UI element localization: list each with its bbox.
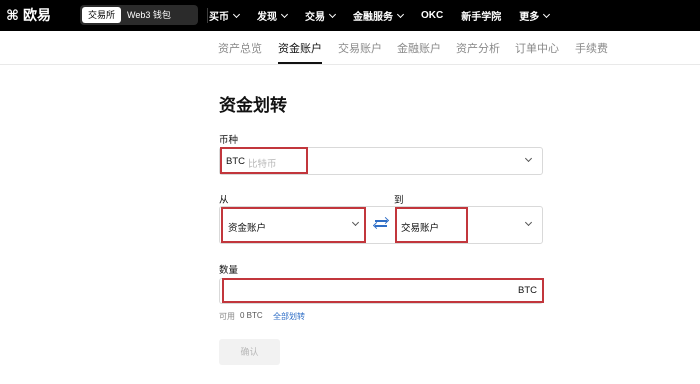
okx-logo[interactable]: ⌘ 欧易: [6, 7, 51, 23]
chevron-down-icon: [396, 10, 405, 18]
tab-asset-overview[interactable]: 资产总览: [218, 40, 262, 56]
available-label: 可用: [219, 312, 235, 321]
available-value: 0 BTC: [240, 311, 263, 320]
logo-mark-icon: ⌘: [6, 7, 19, 23]
from-label: 从: [219, 195, 229, 206]
confirm-button[interactable]: 确认: [219, 339, 280, 365]
highlight-box-coin: [220, 147, 308, 174]
nav-divider: [207, 8, 208, 23]
segment-web3-wallet[interactable]: Web3 钱包: [121, 7, 177, 23]
menu-more[interactable]: 更多: [519, 8, 551, 23]
highlight-box-from: [221, 207, 366, 243]
swap-icon[interactable]: [370, 213, 392, 235]
menu-okc[interactable]: OKC: [421, 10, 443, 21]
menu-finance[interactable]: 金融服务: [353, 8, 405, 23]
transfer-all-link[interactable]: 全部划转: [273, 311, 305, 322]
tab-trading-account[interactable]: 交易账户: [338, 40, 382, 56]
tab-order-center[interactable]: 订单中心: [515, 40, 559, 56]
chevron-down-icon: [232, 10, 241, 18]
top-navbar: ⌘ 欧易 交易所 Web3 钱包 买币 发现 交易 金融服务 OKC 新手学院 …: [0, 0, 700, 31]
to-label: 到: [394, 195, 404, 206]
menu-academy[interactable]: 新手学院: [461, 8, 501, 23]
amount-label: 数量: [219, 265, 239, 276]
menu-buy-crypto[interactable]: 买币: [209, 8, 241, 23]
chevron-down-icon: [543, 10, 551, 18]
coin-label: 币种: [219, 135, 239, 146]
tab-asset-analysis[interactable]: 资产分析: [456, 40, 500, 56]
chevron-down-icon: [328, 10, 337, 18]
chevron-down-icon: [280, 10, 289, 18]
main-menu: 买币 发现 交易 金融服务 OKC 新手学院 更多: [209, 0, 567, 31]
menu-trade[interactable]: 交易: [305, 8, 337, 23]
logo-name: 欧易: [23, 7, 51, 23]
highlight-box-amount: [222, 278, 544, 303]
page-title: 资金划转: [219, 96, 287, 115]
menu-discover[interactable]: 发现: [257, 8, 289, 23]
tab-funding-account[interactable]: 资金账户: [278, 40, 322, 64]
segment-exchange[interactable]: 交易所: [82, 7, 122, 23]
tab-fees[interactable]: 手续费: [575, 40, 608, 56]
exchange-wallet-switch: 交易所 Web3 钱包: [80, 5, 198, 25]
asset-subtabs: 资产总览 资金账户 交易账户 金融账户 资产分析 订单中心 手续费: [0, 31, 700, 65]
tab-finance-account[interactable]: 金融账户: [397, 40, 441, 56]
highlight-box-to: [395, 207, 468, 243]
